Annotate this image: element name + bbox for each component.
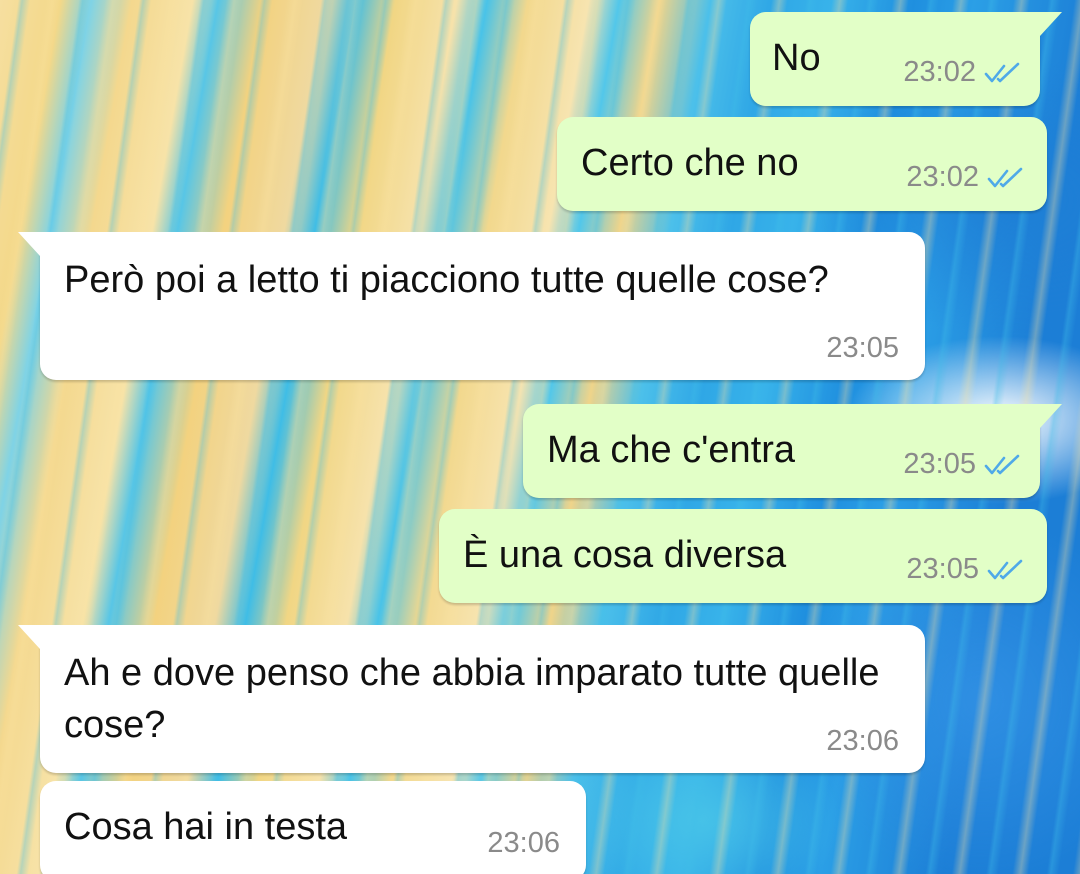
read-double-check-icon [984, 62, 1020, 82]
message-bubble-outgoing[interactable]: È una cosa diversa 23:05 [439, 509, 1047, 603]
message-meta: 23:06 [826, 725, 899, 758]
message-time: 23:06 [487, 827, 560, 859]
read-double-check-icon [987, 167, 1023, 187]
message-text: Cosa hai in testa [64, 806, 348, 848]
message-time: 23:05 [903, 448, 976, 480]
message-bubble-incoming[interactable]: Cosa hai in testa 23:06 [40, 781, 586, 874]
message-bubble-outgoing[interactable]: Ma che c'entra 23:05 [523, 404, 1062, 498]
message-time: 23:02 [906, 161, 979, 193]
message-meta: 23:05 [826, 332, 899, 365]
message-text: Però poi a letto ti piacciono tutte quel… [64, 259, 829, 301]
message-text: Ah e dove penso che abbia imparato tutte… [64, 652, 891, 746]
message-time: 23:05 [906, 553, 979, 585]
message-time: 23:06 [826, 725, 899, 757]
read-double-check-icon [987, 559, 1023, 579]
message-text: Ma che c'entra [547, 429, 796, 471]
message-bubble-incoming[interactable]: Ah e dove penso che abbia imparato tutte… [18, 625, 925, 773]
message-time: 23:05 [826, 332, 899, 364]
message-text: È una cosa diversa [463, 534, 787, 576]
read-double-check-icon [984, 454, 1020, 474]
message-text: Certo che no [581, 142, 799, 184]
message-bubble-outgoing[interactable]: Certo che no 23:02 [557, 117, 1047, 211]
message-meta: 23:05 [906, 553, 1025, 586]
message-text: No [772, 37, 821, 79]
message-bubble-outgoing[interactable]: No 23:02 [750, 12, 1062, 106]
message-meta: 23:02 [906, 161, 1025, 194]
message-meta: 23:05 [903, 448, 1022, 481]
message-bubble-incoming[interactable]: Però poi a letto ti piacciono tutte quel… [18, 232, 925, 380]
message-meta: 23:02 [903, 56, 1022, 89]
message-meta: 23:06 [487, 827, 560, 860]
message-time: 23:02 [903, 56, 976, 88]
